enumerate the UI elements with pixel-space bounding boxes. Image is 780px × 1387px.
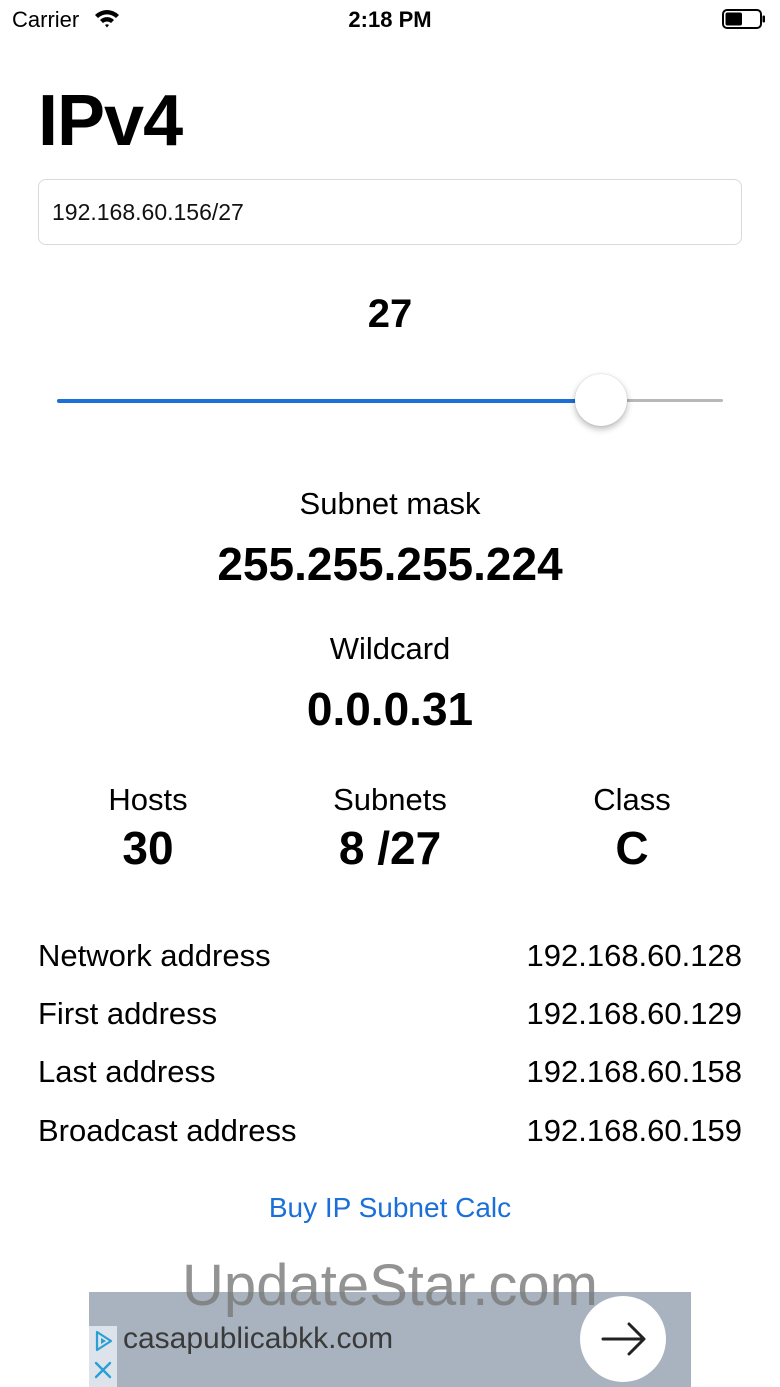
battery-icon (722, 9, 765, 29)
first-address-value: 192.168.60.129 (526, 996, 743, 1031)
last-address-label: Last address (38, 1054, 216, 1089)
network-address-row: Network address 192.168.60.128 (38, 938, 742, 982)
ad-close-icon[interactable] (91, 1358, 115, 1382)
page-title: IPv4 (38, 81, 183, 161)
hosts-stat: Hosts 30 (18, 782, 278, 874)
first-address-label: First address (38, 996, 218, 1031)
network-address-label: Network address (38, 938, 271, 973)
first-address-row: First address 192.168.60.129 (38, 996, 742, 1040)
status-bar: Carrier 2:18 PM (0, 0, 780, 40)
subnets-stat: Subnets 8 /27 (260, 782, 520, 874)
subnets-value: 8 /27 (338, 822, 442, 874)
hosts-value: 30 (122, 822, 174, 874)
subnets-label: Subnets (333, 782, 447, 817)
class-value: C (615, 822, 649, 874)
class-label: Class (593, 782, 671, 817)
slider-thumb[interactable] (575, 374, 627, 426)
wildcard-label: Wildcard (329, 631, 451, 666)
adchoices-play-icon[interactable] (91, 1329, 115, 1353)
status-time: 2:18 PM (348, 7, 432, 32)
broadcast-address-value: 192.168.60.159 (526, 1113, 743, 1148)
broadcast-address-label: Broadcast address (38, 1113, 297, 1148)
subnet-mask-label: Subnet mask (299, 486, 481, 521)
slider-fill (57, 399, 601, 403)
watermark: UpdateStar.com (182, 1253, 598, 1318)
class-stat: Class C (502, 782, 762, 874)
wildcard-value: 0.0.0.31 (306, 683, 474, 735)
buy-app-link[interactable]: Buy IP Subnet Calc (0, 1192, 780, 1224)
last-address-value: 192.168.60.158 (526, 1054, 743, 1089)
last-address-row: Last address 192.168.60.158 (38, 1054, 742, 1098)
broadcast-address-row: Broadcast address 192.168.60.159 (38, 1113, 742, 1157)
prefix-slider[interactable] (57, 370, 723, 430)
ad-domain-text[interactable]: casapublicabkk.com (123, 1322, 393, 1356)
hosts-label: Hosts (108, 782, 188, 817)
subnet-mask-value: 255.255.255.224 (217, 538, 563, 590)
prefix-length-value: 27 (367, 292, 413, 336)
ip-address-input[interactable] (38, 179, 742, 245)
network-address-value: 192.168.60.128 (526, 938, 743, 973)
